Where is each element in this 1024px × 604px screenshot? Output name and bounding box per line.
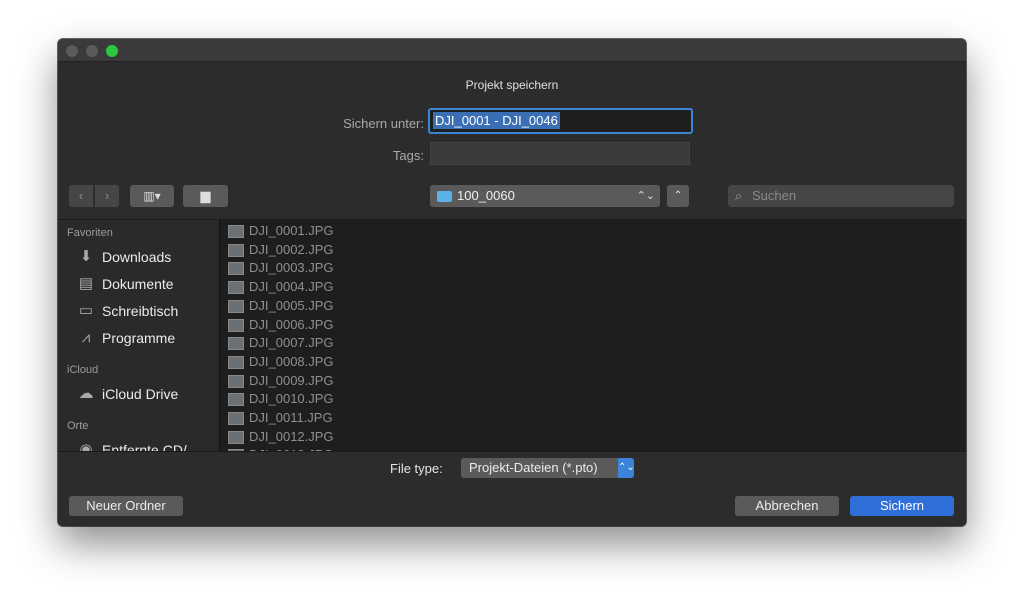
sidebar-section-favorites: Favoriten [67,227,113,239]
location-popup[interactable]: 100_0060 ⌃⌄ [430,185,660,207]
tags-input[interactable] [430,142,690,165]
applications-icon: ⩘ [81,329,91,346]
image-file-icon [228,318,244,332]
file-name: DJI_0011.JPG [249,410,333,425]
dialog-footer: Neuer Ordner Abbrechen Sichern [58,485,966,526]
list-item[interactable]: DJI_0003.JPG [220,259,433,277]
image-file-icon [228,430,244,444]
new-folder-icon: ▆ [200,188,211,203]
sidebar-section-icloud: iCloud [67,364,99,376]
forward-button[interactable]: › [95,185,119,207]
dialog-title: Projekt speichern [465,78,559,92]
search-icon: ⌕ [735,188,743,203]
sidebar-item-label: Entfernte CD/ [102,442,187,451]
image-file-icon [228,374,244,388]
file-name: DJI_0002.JPG [249,241,334,257]
list-item[interactable]: DJI_0006.JPG [220,316,433,334]
sidebar-item-label: Schreibtisch [102,303,179,319]
minimize-window-button[interactable] [86,45,98,57]
disc-icon: ◉ [79,441,93,451]
preview-pane [433,220,966,451]
save-as-label: Sichern unter: [343,116,424,131]
file-type-bar: File type: Projekt-Dateien (*.pto) ⌃⌄ [58,451,966,486]
image-file-icon [228,355,244,369]
file-name: DJI_0004.JPG [249,279,334,295]
up-down-chevron-icon: ⌃⌄ [618,458,635,478]
tags-label: Tags: [392,148,424,163]
title-bar [58,39,966,62]
file-name: DJI_0009.JPG [249,372,334,388]
sidebar-item-label: iCloud Drive [102,386,179,402]
desktop-icon: ▭ [78,302,94,319]
image-file-icon [228,243,244,257]
list-item[interactable]: DJI_0002.JPG [220,241,433,259]
folder-icon [437,191,452,202]
up-down-chevron-icon: ⌃⌄ [636,190,655,202]
file-name: DJI_0012.JPG [249,428,334,444]
file-type-label: File type: [390,461,443,476]
list-item[interactable]: DJI_0004.JPG [220,278,433,296]
sidebar-section-places: Orte [67,420,89,432]
search-field[interactable]: ⌕ Suchen [728,185,954,207]
file-name: DJI_0007.JPG [249,335,334,351]
search-placeholder: Suchen [752,188,797,203]
cancel-button[interactable]: Abbrechen [735,496,839,516]
chevron-right-icon: › [104,188,110,203]
list-item[interactable]: DJI_0005.JPG [220,297,433,315]
sidebar-item-label: Dokumente [102,276,174,292]
new-folder-icon-button[interactable]: ▆ [183,185,228,207]
image-file-icon [228,225,244,238]
location-value: 100_0060 [457,188,515,203]
file-name: DJI_0010.JPG [249,391,334,407]
list-item[interactable]: DJI_0010.JPG [220,390,433,408]
save-dialog-window: Projekt speichern Sichern unter: DJI_000… [58,39,966,526]
new-folder-button[interactable]: Neuer Ordner [69,496,183,516]
view-mode-button[interactable]: ▥▾ [130,185,174,207]
sidebar-item-label: Programme [102,330,176,346]
back-button[interactable]: ‹ [69,185,93,207]
file-name: DJI_0006.JPG [249,316,334,332]
close-window-button[interactable] [66,45,78,57]
save-as-input[interactable]: DJI_0001 - DJI_0046 [428,108,693,134]
image-file-icon [228,412,244,425]
list-item[interactable]: DJI_0008.JPG [220,353,433,371]
list-item[interactable]: DJI_0001.JPG [220,222,433,240]
save-header: Projekt speichern Sichern unter: DJI_000… [58,62,966,175]
download-icon: ⬇ [79,248,93,265]
image-file-icon [228,393,244,407]
list-item[interactable]: DJI_0009.JPG [220,372,433,390]
list-item[interactable]: DJI_0012.JPG [220,428,433,446]
file-name: DJI_0003.JPG [249,260,334,276]
image-file-icon [228,299,244,313]
chevron-left-icon: ‹ [78,188,84,203]
cloud-icon: ☁ [78,385,94,402]
save-as-value: DJI_0001 - DJI_0046 [433,112,560,129]
image-file-icon [228,281,244,295]
collapse-browser-button[interactable]: ⌃ [667,185,689,207]
sidebar-item-label: Downloads [102,249,172,265]
list-item[interactable]: DJI_0011.JPG [220,409,433,427]
document-icon: ▤ [78,275,94,292]
image-file-icon [228,262,244,276]
file-name: DJI_0008.JPG [249,353,334,369]
columns-view-icon: ▥▾ [143,189,161,203]
list-item[interactable]: DJI_0007.JPG [220,334,433,352]
file-list: DJI_0001.JPG DJI_0002.JPG DJI_0003.JPG DJI_… [219,220,434,451]
browser-toolbar: ‹ › ▥▾ ▆ 100_0060 ⌃⌄ ⌃ ⌕ Suchen [58,175,966,220]
file-name: DJI_0001.JPG [249,223,334,238]
save-button[interactable]: Sichern [850,496,954,516]
file-type-value: Projekt-Dateien (*.pto) [469,460,598,475]
file-type-select[interactable]: Projekt-Dateien (*.pto) ⌃⌄ [461,458,635,478]
zoom-window-button[interactable] [106,45,118,57]
file-name: DJI_0005.JPG [249,297,334,313]
image-file-icon [228,337,244,351]
sidebar: Favoriten ⬇ Downloads ▤ Dokumente ▭ Schr… [58,220,219,451]
chevron-up-icon: ⌃ [673,190,683,201]
